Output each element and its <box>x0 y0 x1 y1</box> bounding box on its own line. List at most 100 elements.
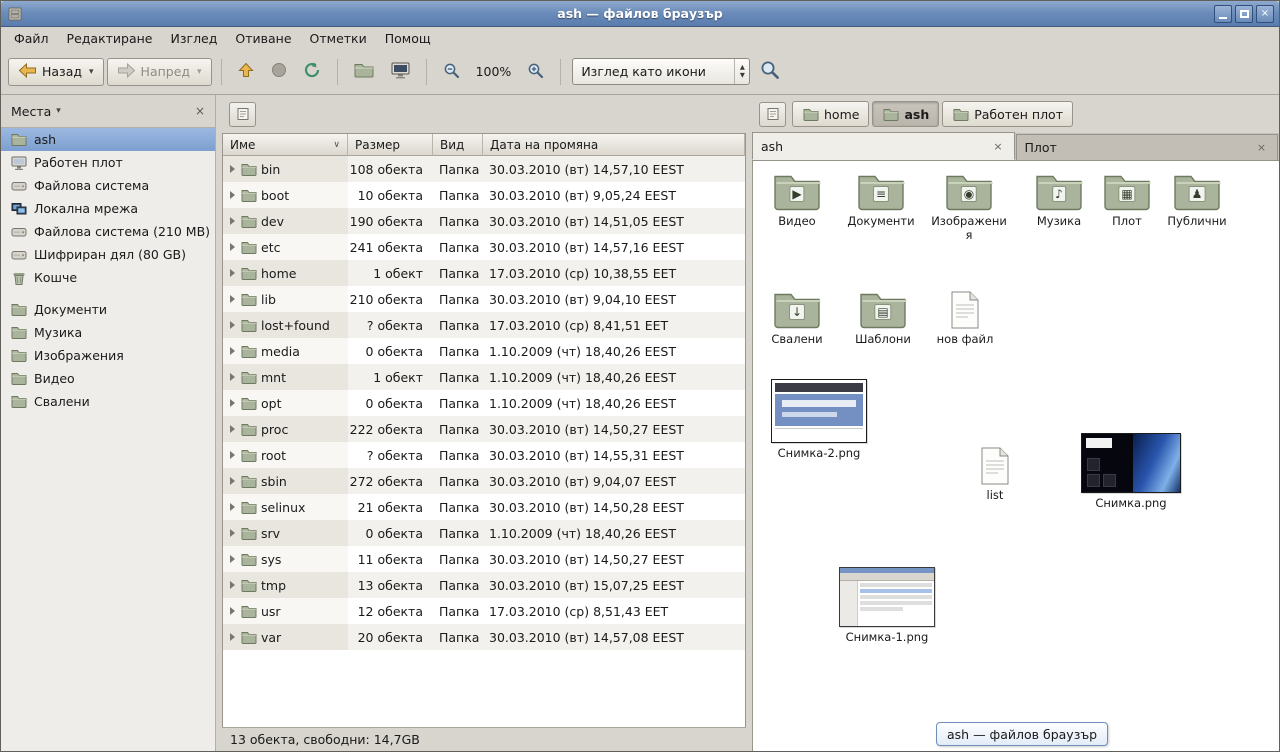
sidebar-item-trash[interactable]: Кошче <box>1 266 215 289</box>
icon-view[interactable]: ash — файлов браузър ▶Видео≡Документи◉Из… <box>752 161 1279 751</box>
zoom-in-button[interactable] <box>520 57 551 87</box>
expander-icon[interactable] <box>230 295 235 303</box>
path-button-ash[interactable]: ash <box>872 101 939 127</box>
sidebar-item-filesystem-210mb[interactable]: Файлова система (210 MB) <box>1 220 215 243</box>
expander-icon[interactable] <box>230 373 235 381</box>
icon-item-snimka-png[interactable]: Снимка.png <box>1075 433 1187 511</box>
path-button-desktop[interactable]: Работен плот <box>942 101 1073 127</box>
location-toggle-button[interactable] <box>759 102 786 127</box>
tab-ash[interactable]: ash× <box>752 132 1015 160</box>
expander-icon[interactable] <box>230 321 235 329</box>
icon-item-videos[interactable]: ▶Видео <box>765 171 829 229</box>
expander-icon[interactable] <box>230 347 235 355</box>
column-header-name[interactable]: Име∨ <box>223 134 348 156</box>
expander-icon[interactable] <box>230 581 235 589</box>
expander-icon[interactable] <box>230 425 235 433</box>
table-row-dev[interactable]: dev190 обектаПапка30.03.2010 (вт) 14,51,… <box>223 208 745 234</box>
chevron-down-icon[interactable]: ▾ <box>56 106 61 116</box>
column-header-type[interactable]: Вид <box>433 134 483 156</box>
close-sidebar-button[interactable]: × <box>191 102 209 120</box>
table-row-usr[interactable]: usr12 обектаПапка17.03.2010 (ср) 8,51,43… <box>223 598 745 624</box>
table-row-bin[interactable]: bin108 обектаПапка30.03.2010 (вт) 14,57,… <box>223 156 745 182</box>
menu-bookmarks[interactable]: Отметки <box>301 29 376 48</box>
up-button[interactable] <box>231 57 261 86</box>
sidebar-item-downloads[interactable]: Свалени <box>1 390 215 413</box>
expander-icon[interactable] <box>230 399 235 407</box>
forward-button[interactable]: Напред ▾ <box>107 58 212 86</box>
minimize-button[interactable] <box>1214 5 1232 23</box>
computer-button[interactable] <box>384 57 417 87</box>
column-header-modified[interactable]: Дата на промяна <box>483 134 745 156</box>
sidebar-item-videos[interactable]: Видео <box>1 367 215 390</box>
location-toggle-button[interactable] <box>229 102 256 127</box>
search-button[interactable] <box>753 55 787 88</box>
sidebar-item-music[interactable]: Музика <box>1 321 215 344</box>
expander-icon[interactable] <box>230 607 235 615</box>
zoom-out-button[interactable] <box>436 57 467 87</box>
sidebar-item-desktop[interactable]: Работен плот <box>1 151 215 174</box>
table-row-var[interactable]: var20 обектаПапка30.03.2010 (вт) 14,57,0… <box>223 624 745 650</box>
table-row-mnt[interactable]: mnt1 обектПапка1.10.2009 (чт) 18,40,26 E… <box>223 364 745 390</box>
expander-icon[interactable] <box>230 529 235 537</box>
table-row-selinux[interactable]: selinux21 обектаПапка30.03.2010 (вт) 14,… <box>223 494 745 520</box>
expander-icon[interactable] <box>230 269 235 277</box>
stop-button[interactable] <box>264 57 294 86</box>
titlebar[interactable]: ash — файлов браузър × <box>1 1 1279 27</box>
table-row-srv[interactable]: srv0 обектаПапка1.10.2009 (чт) 18,40,26 … <box>223 520 745 546</box>
icon-item-public[interactable]: ♟Публични <box>1161 171 1233 229</box>
maximize-button[interactable] <box>1235 5 1253 23</box>
close-tab-icon[interactable]: × <box>991 139 1006 154</box>
icon-item-snimka-2-png[interactable]: Снимка-2.png <box>765 379 873 461</box>
sidebar-item-filesystem[interactable]: Файлова система <box>1 174 215 197</box>
menu-file[interactable]: Файл <box>5 29 58 48</box>
table-row-tmp[interactable]: tmp13 обектаПапка30.03.2010 (вт) 15,07,2… <box>223 572 745 598</box>
table-row-lib[interactable]: lib210 обектаПапка30.03.2010 (вт) 9,04,1… <box>223 286 745 312</box>
table-row-proc[interactable]: proc222 обектаПапка30.03.2010 (вт) 14,50… <box>223 416 745 442</box>
icon-item-templates[interactable]: ▤Шаблони <box>849 289 917 347</box>
sidebar-item-documents[interactable]: Документи <box>1 298 215 321</box>
icon-item-list[interactable]: list <box>965 445 1025 503</box>
close-button[interactable]: × <box>1256 5 1274 23</box>
close-tab-icon[interactable]: × <box>1254 140 1269 155</box>
table-row-lost+found[interactable]: lost+found? обектаПапка17.03.2010 (ср) 8… <box>223 312 745 338</box>
tab-plot[interactable]: Плот× <box>1016 134 1279 160</box>
expander-icon[interactable] <box>230 633 235 641</box>
sidebar-item-local-network[interactable]: Локална мрежа <box>1 197 215 220</box>
expander-icon[interactable] <box>230 243 235 251</box>
expander-icon[interactable] <box>230 451 235 459</box>
table-row-media[interactable]: media0 обектаПапка1.10.2009 (чт) 18,40,2… <box>223 338 745 364</box>
table-row-root[interactable]: root? обектаПапка30.03.2010 (вт) 14,55,3… <box>223 442 745 468</box>
table-row-boot[interactable]: boot10 обектаПапка30.03.2010 (вт) 9,05,2… <box>223 182 745 208</box>
path-button-home[interactable]: home <box>792 101 869 127</box>
icon-item-snimka-1-png[interactable]: Снимка-1.png <box>831 567 943 645</box>
table-row-etc[interactable]: etc241 обектаПапка30.03.2010 (вт) 14,57,… <box>223 234 745 260</box>
menu-help[interactable]: Помощ <box>376 29 440 48</box>
table-row-home[interactable]: home1 обектПапка17.03.2010 (ср) 10,38,55… <box>223 260 745 286</box>
reload-button[interactable] <box>297 57 328 86</box>
menu-go[interactable]: Отиване <box>226 29 300 48</box>
expander-icon[interactable] <box>230 217 235 225</box>
sidebar-item-pictures[interactable]: Изображения <box>1 344 215 367</box>
table-row-opt[interactable]: opt0 обектаПапка1.10.2009 (чт) 18,40,26 … <box>223 390 745 416</box>
table-row-sbin[interactable]: sbin272 обектаПапка30.03.2010 (вт) 9,04,… <box>223 468 745 494</box>
sidebar-item-encrypted-80gb[interactable]: Шифриран дял (80 GB) <box>1 243 215 266</box>
icon-item-new-file[interactable]: нов файл <box>931 289 999 347</box>
view-mode-select[interactable]: Изглед като икони ▲▼ <box>572 58 750 85</box>
icon-item-pictures[interactable]: ◉Изображения <box>931 171 1007 243</box>
back-button[interactable]: Назад ▾ <box>8 58 104 86</box>
table-row-sys[interactable]: sys11 обектаПапка30.03.2010 (вт) 14,50,2… <box>223 546 745 572</box>
home-button[interactable] <box>347 57 381 86</box>
icon-item-documents[interactable]: ≡Документи <box>843 171 919 229</box>
spinner-arrows-icon[interactable]: ▲▼ <box>734 59 749 84</box>
expander-icon[interactable] <box>230 503 235 511</box>
expander-icon[interactable] <box>230 191 235 199</box>
expander-icon[interactable] <box>230 165 235 173</box>
expander-icon[interactable] <box>230 477 235 485</box>
menu-edit[interactable]: Редактиране <box>58 29 162 48</box>
menu-view[interactable]: Изглед <box>162 29 227 48</box>
icon-item-music[interactable]: ♪Музика <box>1029 171 1089 229</box>
expander-icon[interactable] <box>230 555 235 563</box>
sidebar-item-ash[interactable]: ash <box>1 128 215 151</box>
icon-item-desktop[interactable]: ▦Плот <box>1099 171 1155 229</box>
icon-item-downloads[interactable]: ↓Свалени <box>765 289 829 347</box>
